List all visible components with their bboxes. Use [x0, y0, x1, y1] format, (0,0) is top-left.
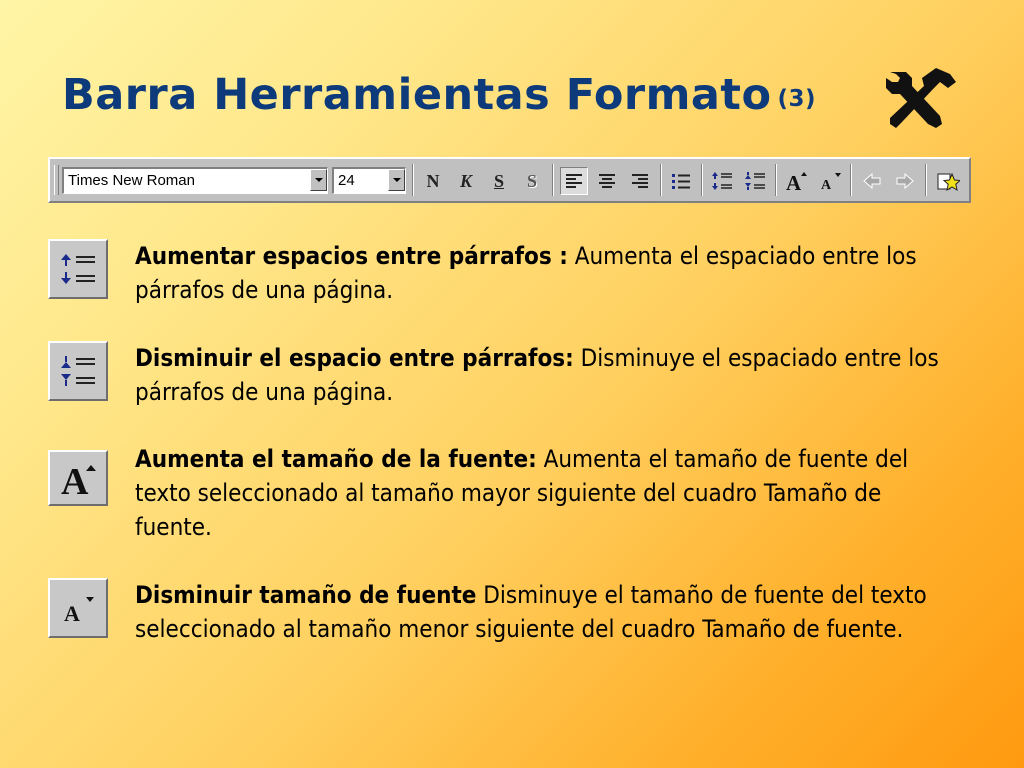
promote-button[interactable]: [858, 167, 886, 195]
item-term: Disminuir tamaño de fuente: [135, 581, 477, 609]
increase-font-size-button: A: [48, 450, 108, 506]
align-left-button[interactable]: [560, 167, 588, 195]
font-size-combo[interactable]: 24: [332, 167, 406, 194]
increase-paragraph-spacing-button[interactable]: [708, 167, 736, 195]
item-description: Aumentar espacios entre párrafos : Aumen…: [135, 239, 965, 307]
increase-paragraph-spacing-button: [48, 239, 108, 299]
decrease-paragraph-spacing-icon: [61, 356, 95, 386]
demote-button[interactable]: [891, 167, 919, 195]
toolbar-separator: [925, 164, 927, 196]
decrease-font-size-icon: A: [64, 597, 94, 626]
toolbar-separator: [412, 164, 414, 196]
decrease-paragraph-spacing-button: [48, 341, 108, 401]
shadow-button[interactable]: S: [518, 167, 546, 195]
bullets-button[interactable]: [667, 167, 695, 195]
svg-text:A: A: [821, 178, 832, 192]
align-right-icon: [632, 174, 648, 188]
chevron-down-icon[interactable]: [388, 169, 405, 191]
increase-font-size-icon: A: [786, 171, 807, 192]
title-suffix: (3): [777, 86, 817, 112]
decrease-font-size-icon: A: [821, 173, 841, 192]
increase-paragraph-spacing-icon: [61, 254, 95, 284]
italic-icon: K: [459, 170, 472, 191]
align-center-button[interactable]: [593, 167, 621, 195]
arrow-left-icon: [863, 172, 881, 190]
item-term: Disminuir el espacio entre párrafos:: [135, 344, 574, 372]
item-description: Disminuir tamaño de fuente Disminuye el …: [135, 578, 965, 646]
font-size-value: 24: [338, 172, 355, 189]
animation-effects-button[interactable]: [934, 167, 962, 195]
svg-text:A: A: [64, 601, 80, 626]
toolbar-separator: [775, 164, 777, 196]
underline-button[interactable]: S: [485, 167, 513, 195]
tools-icon: [886, 68, 956, 128]
align-right-button[interactable]: [626, 167, 654, 195]
underline-icon: S: [493, 170, 504, 191]
decrease-font-size-button: A: [48, 578, 108, 638]
toolbar-separator: [552, 164, 554, 196]
align-left-icon: [566, 174, 582, 188]
decrease-paragraph-spacing-button[interactable]: [741, 167, 769, 195]
toolbar-separator: [660, 164, 662, 196]
toolbar-separator: [850, 164, 852, 196]
align-center-icon: [599, 174, 615, 188]
bold-button[interactable]: N: [419, 167, 447, 195]
svg-text:A: A: [786, 171, 802, 192]
bullets-icon: [672, 174, 690, 189]
animation-star-icon: [937, 172, 960, 192]
page-title: Barra Herramientas Formato (3): [62, 70, 816, 120]
font-name-value: Times New Roman: [68, 172, 195, 189]
item-description: Aumenta el tamaño de la fuente: Aumenta …: [135, 442, 965, 544]
title-text: Barra Herramientas Formato: [62, 70, 772, 120]
increase-font-size-icon: A: [61, 461, 96, 497]
italic-button[interactable]: K: [452, 167, 480, 195]
font-name-combo[interactable]: Times New Roman: [62, 167, 328, 194]
svg-text:A: A: [61, 461, 89, 497]
toolbar-separator: [701, 164, 703, 196]
increase-font-size-button[interactable]: A: [783, 167, 811, 195]
chevron-down-icon[interactable]: [310, 169, 327, 191]
decrease-font-size-button[interactable]: A: [816, 167, 844, 195]
decrease-paragraph-spacing-icon: [745, 172, 765, 190]
arrow-right-icon: [896, 172, 914, 190]
item-description: Disminuir el espacio entre párrafos: Dis…: [135, 341, 965, 409]
formatting-toolbar: Times New Roman 24 N K S S A A: [48, 157, 971, 203]
increase-paragraph-spacing-icon: [712, 172, 732, 190]
toolbar-grip[interactable]: [54, 165, 59, 195]
item-term: Aumentar espacios entre párrafos :: [135, 242, 568, 270]
item-term: Aumenta el tamaño de la fuente:: [135, 445, 537, 473]
bold-icon: N: [426, 170, 440, 191]
shadow-icon: S: [526, 170, 537, 191]
